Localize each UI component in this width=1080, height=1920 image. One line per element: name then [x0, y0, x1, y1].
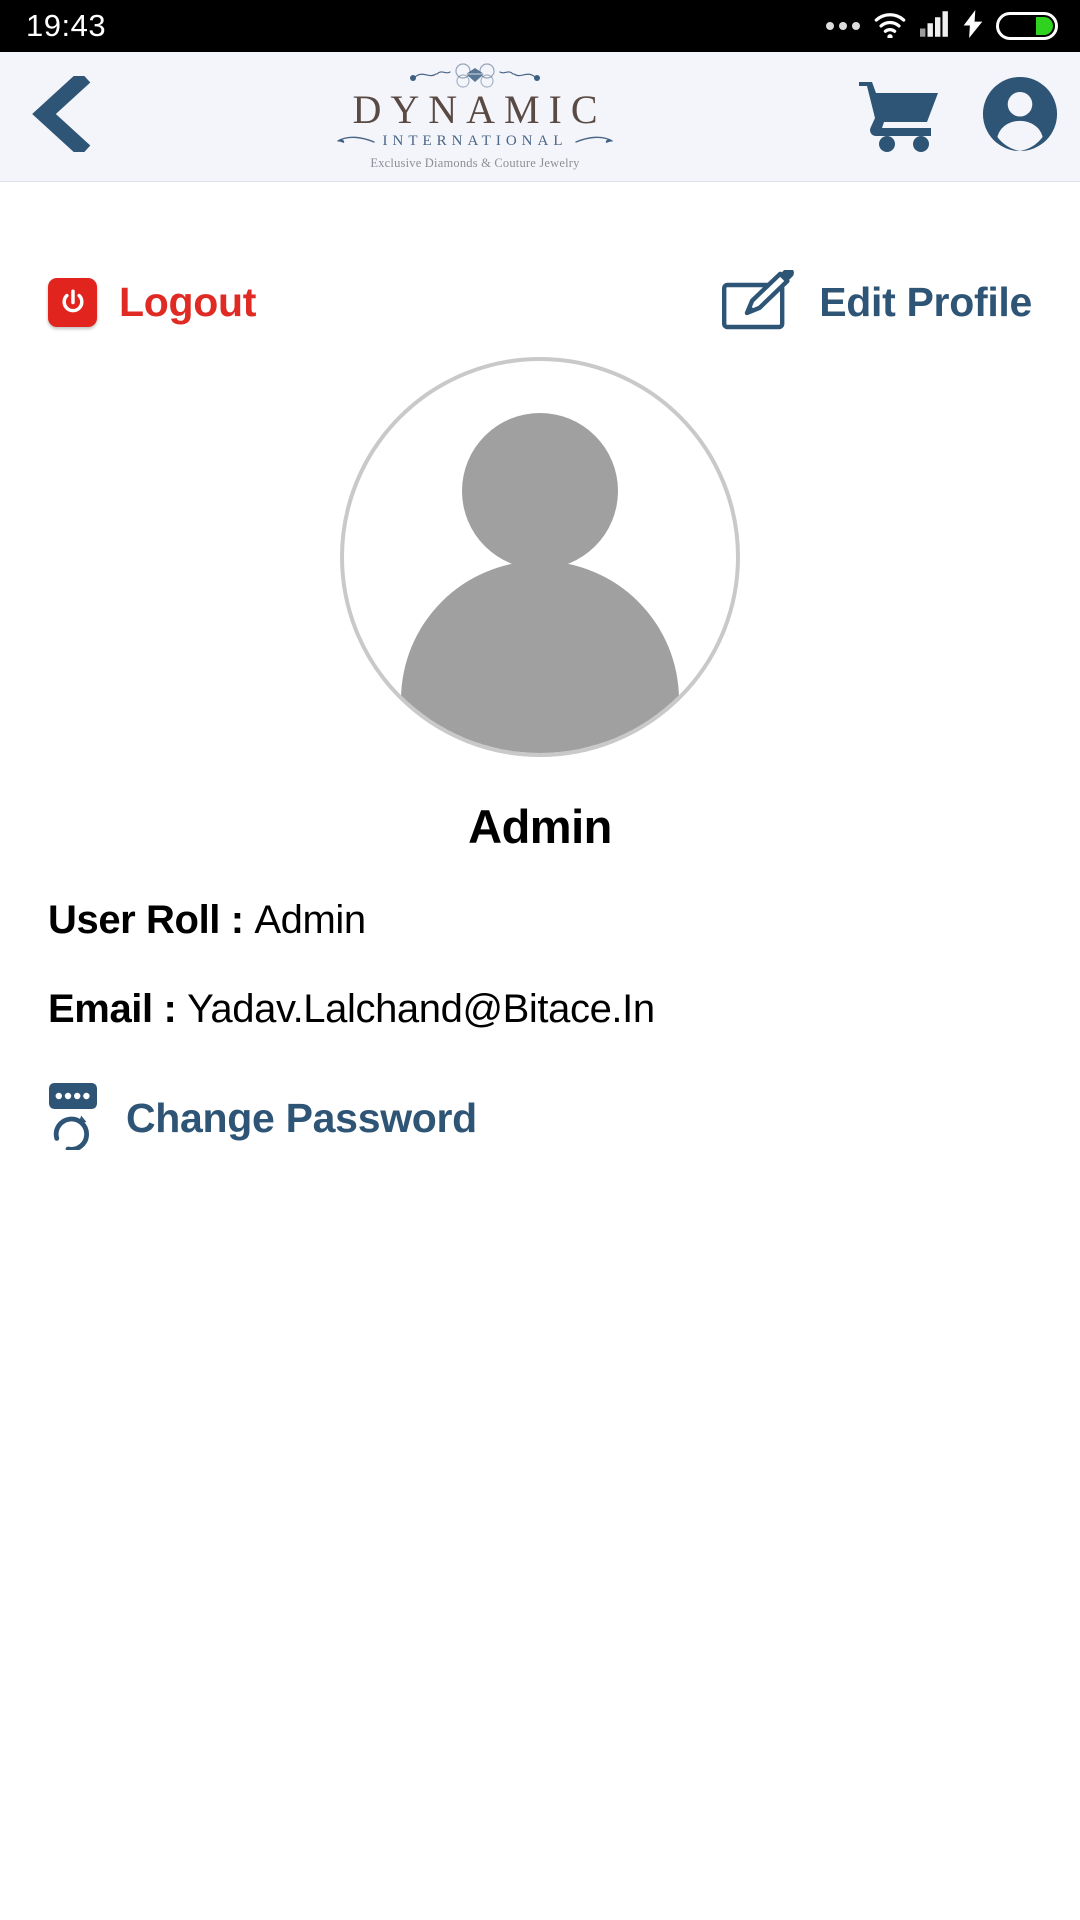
profile-field-user-roll: User Roll : Admin — [48, 898, 1032, 943]
more-dots-icon — [826, 22, 860, 30]
change-password-label: Change Password — [126, 1095, 477, 1141]
profile-field-value: Admin — [254, 898, 366, 942]
status-bar-icons — [826, 9, 1058, 43]
edit-profile-button[interactable]: Edit Profile — [721, 267, 1032, 335]
charging-bolt-icon — [963, 9, 983, 43]
profile-name: Admin — [468, 800, 612, 853]
shopping-cart-icon — [857, 76, 943, 157]
logout-label: Logout — [119, 279, 257, 325]
change-password-button[interactable]: Change Password — [48, 1082, 1032, 1155]
avatar-body-shape — [401, 561, 679, 753]
edit-profile-label: Edit Profile — [819, 279, 1032, 325]
brand-tagline: Exclusive Diamonds & Couture Jewelry — [370, 155, 580, 170]
avatar-head-shape — [462, 413, 618, 569]
cellular-signal-icon — [920, 10, 950, 42]
avatar-container — [48, 357, 1032, 757]
status-bar: 19:43 — [0, 0, 1080, 52]
logout-button[interactable]: Logout — [48, 278, 256, 327]
profile-field-email: Email : Yadav.Lalchand@Bitace.In — [48, 987, 1032, 1032]
profile-action-row: Logout Edit Profile — [48, 267, 1032, 335]
edit-pencil-icon — [721, 267, 799, 335]
profile-field-separator: : — [220, 898, 255, 942]
brand-name: DYNAMIC — [352, 86, 607, 132]
app-header: DYNAMIC INTERNATIONAL Exclusive Diamonds… — [0, 52, 1080, 182]
account-button[interactable] — [960, 75, 1080, 158]
battery-icon — [996, 12, 1058, 40]
profile-field-label: User Roll — [48, 898, 221, 942]
back-button[interactable] — [0, 70, 120, 158]
right-flourish-icon — [574, 133, 614, 151]
user-account-icon — [981, 75, 1059, 158]
profile-field-value: Yadav.Lalchand@Bitace.In — [187, 987, 655, 1031]
left-flourish-icon — [336, 133, 376, 151]
cart-button[interactable] — [840, 76, 960, 157]
default-user-avatar — [340, 357, 740, 757]
chevron-left-icon — [27, 70, 93, 158]
brand-subtitle: INTERNATIONAL — [382, 133, 568, 149]
profile-field-separator: : — [152, 987, 188, 1031]
profile-page: Logout Edit Profile Admin User Roll : Ad… — [0, 267, 1080, 1155]
wifi-icon — [873, 10, 907, 43]
brand-subtitle-row: INTERNATIONAL — [336, 133, 615, 151]
brand-logo[interactable]: DYNAMIC INTERNATIONAL Exclusive Diamonds… — [120, 62, 840, 171]
profile-field-label: Email — [48, 987, 153, 1031]
status-bar-clock: 19:43 — [26, 8, 107, 43]
password-reset-icon — [48, 1082, 106, 1155]
power-off-icon — [48, 278, 97, 327]
